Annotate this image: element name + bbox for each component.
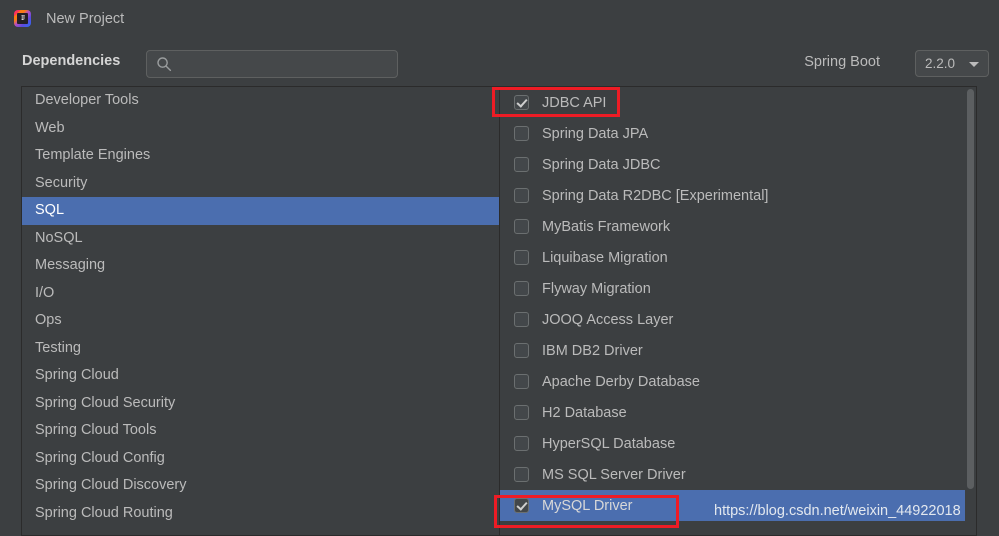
dependency-label: Apache Derby Database xyxy=(542,373,700,390)
category-row[interactable]: Spring Cloud Tools xyxy=(22,417,499,445)
search-box[interactable] xyxy=(146,50,398,78)
dependency-row[interactable]: Spring Data R2DBC [Experimental] xyxy=(500,180,976,211)
category-label: Testing xyxy=(35,339,81,356)
dependency-label: JOOQ Access Layer xyxy=(542,311,674,328)
intellij-idea-icon: IJ xyxy=(12,9,32,29)
dependency-label: Spring Data R2DBC [Experimental] xyxy=(542,187,769,204)
category-row[interactable]: Spring Cloud Config xyxy=(22,445,499,473)
checkbox-icon[interactable] xyxy=(514,219,529,234)
dependency-row[interactable]: JDBC API xyxy=(500,87,976,118)
dependency-label: MS SQL Server Driver xyxy=(542,466,686,483)
category-label: Spring Cloud xyxy=(35,367,119,383)
category-label: Spring Cloud Tools xyxy=(35,422,157,438)
dependency-label: MySQL Driver xyxy=(542,497,633,514)
category-row[interactable]: NoSQL xyxy=(22,225,499,253)
dependency-label: IBM DB2 Driver xyxy=(542,342,643,359)
category-row[interactable]: Spring Cloud xyxy=(22,362,499,390)
dependency-row[interactable]: Spring Data JDBC xyxy=(500,149,976,180)
dependency-label: Liquibase Migration xyxy=(542,249,668,266)
category-row[interactable]: Developer Tools xyxy=(22,87,499,115)
spring-boot-version-select[interactable]: 2.2.0 xyxy=(915,50,989,77)
dependency-row[interactable]: JOOQ Access Layer xyxy=(500,304,976,335)
dependency-list[interactable]: JDBC API Spring Data JPA Spring Data JDBC S… xyxy=(500,87,976,535)
search-input[interactable] xyxy=(179,55,393,76)
dependency-row[interactable]: HyperSQL Database xyxy=(500,428,976,459)
checkbox-icon[interactable] xyxy=(514,188,529,203)
dependency-list-scrollbar[interactable] xyxy=(965,87,976,535)
category-label: SQL xyxy=(35,202,65,218)
checkbox-icon[interactable] xyxy=(514,436,529,451)
dependency-row[interactable]: Apache Derby Database xyxy=(500,366,976,397)
dependency-label: JDBC API xyxy=(542,94,607,111)
category-label: Ops xyxy=(35,312,62,328)
checkbox-icon[interactable] xyxy=(514,374,529,389)
category-label: Spring Cloud Discovery xyxy=(35,477,187,493)
dependencies-content: Developer Tools Web Template Engines Securi… xyxy=(21,86,977,536)
dependency-label: Flyway Migration xyxy=(542,280,651,297)
category-label: Security xyxy=(35,174,88,191)
category-label: I/O xyxy=(35,284,55,301)
checkbox-icon[interactable] xyxy=(514,157,529,172)
checkbox-checked-icon[interactable] xyxy=(514,95,529,110)
checkbox-icon[interactable] xyxy=(514,405,529,420)
window-title-bar: IJ New Project xyxy=(0,0,999,38)
checkbox-icon[interactable] xyxy=(514,312,529,327)
category-label: NoSQL xyxy=(35,229,83,246)
dependencies-label: Dependencies xyxy=(22,53,121,69)
checkbox-icon[interactable] xyxy=(514,126,529,141)
dependency-list-items: JDBC API Spring Data JPA Spring Data JDBC S… xyxy=(500,87,976,521)
category-row[interactable]: Testing xyxy=(22,335,499,363)
dependency-label: MyBatis Framework xyxy=(542,218,671,235)
spring-boot-version-value: 2.2.0 xyxy=(925,56,956,71)
dependency-row[interactable]: Liquibase Migration xyxy=(500,242,976,273)
category-row[interactable]: I/O xyxy=(22,280,499,308)
dependency-row[interactable]: H2 Database xyxy=(500,397,976,428)
spring-boot-label: Spring Boot xyxy=(804,54,880,70)
app-icon-glyph: IJ xyxy=(17,13,28,24)
category-label: Developer Tools xyxy=(35,92,139,108)
category-row[interactable]: Security xyxy=(22,170,499,198)
category-row[interactable]: Messaging xyxy=(22,252,499,280)
category-label: Messaging xyxy=(35,257,106,273)
dependency-row[interactable]: MS SQL Server Driver xyxy=(500,459,976,490)
checkbox-icon[interactable] xyxy=(514,281,529,296)
dependency-label: HyperSQL Database xyxy=(542,435,676,452)
category-row[interactable]: Web xyxy=(22,115,499,143)
dependency-label: H2 Database xyxy=(542,404,627,421)
category-row[interactable]: Ops xyxy=(22,307,499,335)
dependency-label: Spring Data JDBC xyxy=(542,156,661,173)
category-list-items: Developer Tools Web Template Engines Securi… xyxy=(22,87,499,527)
category-label: Spring Cloud Config xyxy=(35,449,165,466)
dependency-row[interactable]: Spring Data JPA xyxy=(500,118,976,149)
dependency-row[interactable]: MyBatis Framework xyxy=(500,211,976,242)
watermark-text: https://blog.csdn.net/weixin_44922018 xyxy=(714,503,961,519)
category-row[interactable]: Spring Cloud Discovery xyxy=(22,472,499,500)
dependency-row[interactable]: IBM DB2 Driver xyxy=(500,335,976,366)
category-label: Template Engines xyxy=(35,147,151,163)
category-label: Spring Cloud Security xyxy=(35,394,176,411)
search-icon xyxy=(157,57,172,72)
checkbox-icon[interactable] xyxy=(514,250,529,265)
checkbox-checked-icon[interactable] xyxy=(514,498,529,513)
checkbox-icon[interactable] xyxy=(514,467,529,482)
category-row[interactable]: SQL xyxy=(22,197,499,225)
category-row[interactable]: Spring Cloud Routing xyxy=(22,500,499,528)
dependency-list-scrollbar-thumb[interactable] xyxy=(967,89,974,489)
category-row[interactable]: Template Engines xyxy=(22,142,499,170)
category-row[interactable]: Spring Cloud Security xyxy=(22,390,499,418)
category-label: Spring Cloud Routing xyxy=(35,504,173,521)
chevron-down-icon xyxy=(969,62,979,67)
checkbox-icon[interactable] xyxy=(514,343,529,358)
window-title: New Project xyxy=(46,11,125,27)
dependency-row[interactable]: Flyway Migration xyxy=(500,273,976,304)
category-label: Web xyxy=(35,119,65,136)
category-list[interactable]: Developer Tools Web Template Engines Securi… xyxy=(22,87,500,535)
dependency-label: Spring Data JPA xyxy=(542,125,649,142)
